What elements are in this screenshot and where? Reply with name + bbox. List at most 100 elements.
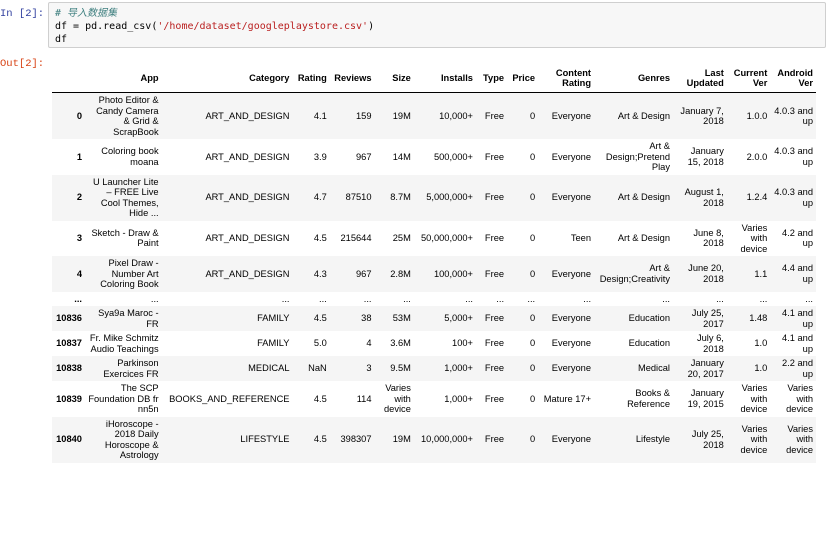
table-cell: ... <box>363 293 372 304</box>
table-cell: Varies with device <box>740 423 768 455</box>
output-prompt: Out[2]: <box>0 58 45 70</box>
table-cell: 0 <box>529 268 536 279</box>
table-cell: 4.0.3 and up <box>774 105 813 127</box>
column-header: Genres <box>594 64 673 93</box>
table-cell: 1,000+ <box>444 393 473 404</box>
table-cell: January 7, 2018 <box>680 105 724 127</box>
table-cell: iHoroscope - 2018 Daily Horoscope & Astr… <box>104 418 159 461</box>
table-cell: 4.4 and up <box>781 263 813 284</box>
row-index: 10836 <box>56 313 82 324</box>
table-cell: 10,000+ <box>439 110 473 121</box>
table-cell: 3.9 <box>313 151 327 162</box>
table-cell: Education <box>628 338 670 349</box>
table-cell: Coloring book moana <box>101 146 159 167</box>
table-cell: Art & Design <box>617 192 670 203</box>
table-cell: Free <box>484 268 505 279</box>
table-cell: 1.48 <box>749 313 768 324</box>
table-cell: ... <box>150 293 159 304</box>
table-cell: 1.2.4 <box>746 192 768 203</box>
table-row: 10836 Sya9a Maroc - FR FAMILY 4.5 38 53M 5,000… <box>52 306 816 331</box>
table-cell: Sketch - Draw & Paint <box>91 227 159 249</box>
table-cell: 5,000,000+ <box>426 192 473 203</box>
table-cell: Photo Editor & Candy Camera & Grid & Scr… <box>96 95 159 137</box>
table-cell: ... <box>496 293 505 304</box>
table-cell: 5.0 <box>313 338 327 349</box>
table-cell: Varies with device <box>786 383 813 414</box>
table-cell: 50,000,000+ <box>421 233 473 243</box>
table-cell: 3.6M <box>390 338 411 349</box>
table-cell: 53M <box>392 313 411 324</box>
table-cell: 967 <box>356 151 372 162</box>
table-header: App Category Rating Reviews Size Installs Type… <box>52 64 816 93</box>
table-cell: 4.0.3 and up <box>774 187 813 208</box>
table-row: 10840 iHoroscope - 2018 Daily Horoscope &… <box>52 416 816 463</box>
table-cell: ... <box>403 293 411 304</box>
table-cell: 0 <box>529 434 536 445</box>
table-cell: 4.1 and up <box>781 333 813 354</box>
code-cell[interactable]: # 导入数据集 df = pd.read_csv('/home/dataset/… <box>48 2 826 48</box>
table-cell: 967 <box>356 268 372 279</box>
table-cell: 25M <box>392 233 411 243</box>
table-cell: Lifestyle <box>635 434 670 445</box>
table-cell: 159 <box>356 110 372 121</box>
table-cell: Art & Design;Creativity <box>599 263 670 284</box>
table-cell: Everyone <box>551 192 592 203</box>
table-cell: 4 <box>366 338 372 349</box>
table-cell: ... <box>662 293 670 304</box>
row-index: 10840 <box>56 434 82 445</box>
table-cell: 87510 <box>345 192 372 203</box>
table-cell: July 25, 2018 <box>691 429 724 450</box>
table-cell: 1.1 <box>754 268 768 279</box>
table-cell: NaN <box>308 363 327 374</box>
table-cell: 5,000+ <box>444 313 473 324</box>
table-cell: ART_AND_DESIGN <box>205 268 290 279</box>
table-cell: 2.0.0 <box>746 151 768 162</box>
table-cell: Everyone <box>551 363 592 374</box>
table-cell: ... <box>527 293 536 304</box>
table-cell: BOOKS_AND_REFERENCE <box>169 393 290 404</box>
table-cell: 0 <box>529 393 536 404</box>
code-string: '/home/dataset/googleplaystore.csv' <box>157 21 369 32</box>
code-line-read-csv: df = pd.read_csv('/home/dataset/googlepl… <box>55 20 819 33</box>
row-index: 1 <box>76 151 82 162</box>
table-cell: 4.3 <box>313 268 327 279</box>
table-cell: 1.0.0 <box>746 110 768 121</box>
table-cell: ... <box>583 293 592 304</box>
table-cell: ART_AND_DESIGN <box>205 192 290 203</box>
table-cell: ... <box>319 293 327 304</box>
row-index: 10838 <box>56 363 82 374</box>
table-cell: Varies with device <box>383 383 411 414</box>
table-cell: Everyone <box>551 338 592 349</box>
table-cell: 8.7M <box>390 192 411 203</box>
table-row: 10838 Parkinson Exercices FR MEDICAL NaN 3 9.… <box>52 356 816 381</box>
table-cell: 4.5 <box>313 434 327 445</box>
table-cell: 114 <box>356 393 372 404</box>
column-header: Installs <box>413 64 476 93</box>
table-row: 1 Coloring book moana ART_AND_DESIGN 3.9 967… <box>52 139 816 175</box>
table-cell: Free <box>484 233 505 243</box>
table-cell: 2.8M <box>390 268 411 279</box>
table-cell: 0 <box>529 338 536 349</box>
code-comment: # 导入数据集 <box>55 8 118 19</box>
table-cell: 500,000+ <box>433 151 473 162</box>
table-cell: 100+ <box>452 338 473 349</box>
table-cell: FAMILY <box>257 338 290 349</box>
table-cell: Books & Reference <box>627 388 670 409</box>
table-cell: Free <box>484 110 505 121</box>
table-cell: Pixel Draw - Number Art Coloring Book <box>100 258 159 289</box>
table-cell: ... <box>465 293 473 304</box>
table-cell: August 1, 2018 <box>684 187 724 208</box>
table-cell: 0 <box>529 192 536 203</box>
column-header: Content Rating <box>538 64 595 93</box>
table-cell: January 15, 2018 <box>687 146 724 167</box>
table-cell: 4.2 and up <box>781 227 813 249</box>
table-cell: June 20, 2018 <box>688 263 724 284</box>
table-cell: Art & Design <box>617 233 670 243</box>
index-header <box>52 64 85 93</box>
table-cell: Education <box>628 313 670 324</box>
column-header: Price <box>507 64 539 93</box>
table-cell: 4.5 <box>313 313 327 324</box>
table-cell: Free <box>484 363 505 374</box>
table-row: 4 Pixel Draw - Number Art Coloring Book AR… <box>52 256 816 292</box>
column-header: Type <box>475 64 508 93</box>
